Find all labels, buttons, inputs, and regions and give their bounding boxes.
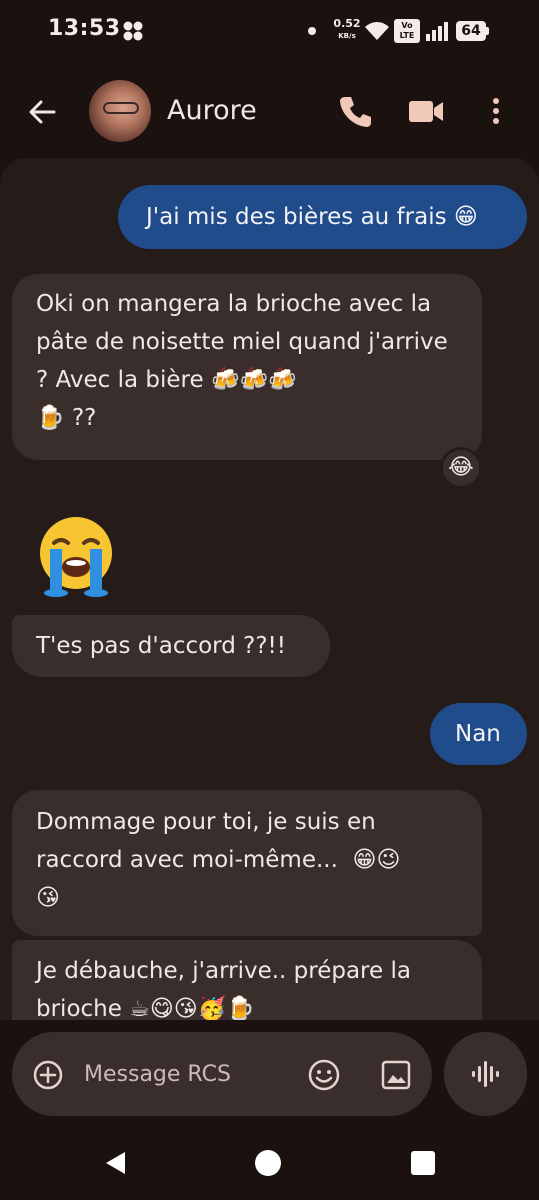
image-gallery-icon[interactable] <box>379 1058 413 1092</box>
message-input[interactable] <box>84 1054 284 1094</box>
notification-dot-icon <box>308 27 316 35</box>
video-camera-icon[interactable] <box>407 92 445 130</box>
add-circle-icon[interactable] <box>32 1059 64 1091</box>
message-bubble-outgoing[interactable]: Nan <box>430 703 527 765</box>
message-bubble-incoming[interactable]: T'es pas d'accord ??!! <box>12 615 330 677</box>
message-list[interactable]: J'ai mis des bières au frais 😁 Oki on ma… <box>0 158 539 1020</box>
volte-top: Vo <box>401 21 413 30</box>
network-speed-unit: KB/s <box>338 32 356 40</box>
network-speed-value: 0.52 <box>333 17 361 30</box>
battery-level: 64 <box>456 21 486 41</box>
message-bubble-outgoing[interactable]: J'ai mis des bières au frais 😁 <box>118 185 527 249</box>
voice-message-button[interactable] <box>444 1032 527 1116</box>
fan-icon <box>123 21 143 41</box>
contact-name[interactable]: Aurore <box>167 95 257 126</box>
volte-bottom: LTE <box>399 31 415 40</box>
nav-recents-icon[interactable] <box>411 1151 435 1175</box>
waveform-icon <box>472 1061 499 1087</box>
system-navigation-bar <box>0 1120 539 1200</box>
nav-home-icon[interactable] <box>255 1150 281 1176</box>
message-text: Je débauche, j'arrive.. prépare la brioc… <box>36 958 419 1020</box>
message-text: Oki on mangera la brioche avec la pâte d… <box>36 291 448 431</box>
volte-badge: Vo LTE <box>394 19 420 43</box>
phone-icon[interactable] <box>336 92 374 130</box>
message-bubble-incoming[interactable]: Oki on mangera la brioche avec la pâte d… <box>12 274 482 460</box>
battery-icon: 64 <box>456 19 490 43</box>
status-bar: 13:53 0.52 KB/s Vo LTE 64 <box>0 0 539 62</box>
network-speed: 0.52 KB/s <box>332 17 362 41</box>
emoji-icon[interactable] <box>307 1058 341 1092</box>
wifi-icon <box>365 22 389 40</box>
avatar[interactable] <box>89 80 151 142</box>
message-text: Dommage pour toi, je suis en raccord ave… <box>36 809 401 911</box>
nav-back-icon[interactable] <box>103 1150 129 1176</box>
status-time: 13:53 <box>48 16 121 41</box>
signal-icon <box>426 22 448 41</box>
message-text: J'ai mis des bières au frais 😁 <box>146 204 478 230</box>
conversation-header: Aurore <box>0 62 539 158</box>
message-reaction[interactable]: 😂 <box>440 447 482 489</box>
crying-face-emoji[interactable]: 😭 <box>34 513 118 597</box>
message-composer <box>12 1032 432 1116</box>
message-bubble-incoming[interactable]: Dommage pour toi, je suis en raccord ave… <box>12 790 482 936</box>
messages-screen: 13:53 0.52 KB/s Vo LTE 64 Aurore J'ai mi… <box>0 0 539 1200</box>
message-text: Nan <box>455 721 501 747</box>
message-text: T'es pas d'accord ??!! <box>36 633 287 659</box>
back-arrow-icon[interactable] <box>22 92 62 132</box>
message-bubble-incoming[interactable]: Je débauche, j'arrive.. prépare la brioc… <box>12 940 482 1020</box>
more-vert-icon[interactable] <box>484 92 508 130</box>
